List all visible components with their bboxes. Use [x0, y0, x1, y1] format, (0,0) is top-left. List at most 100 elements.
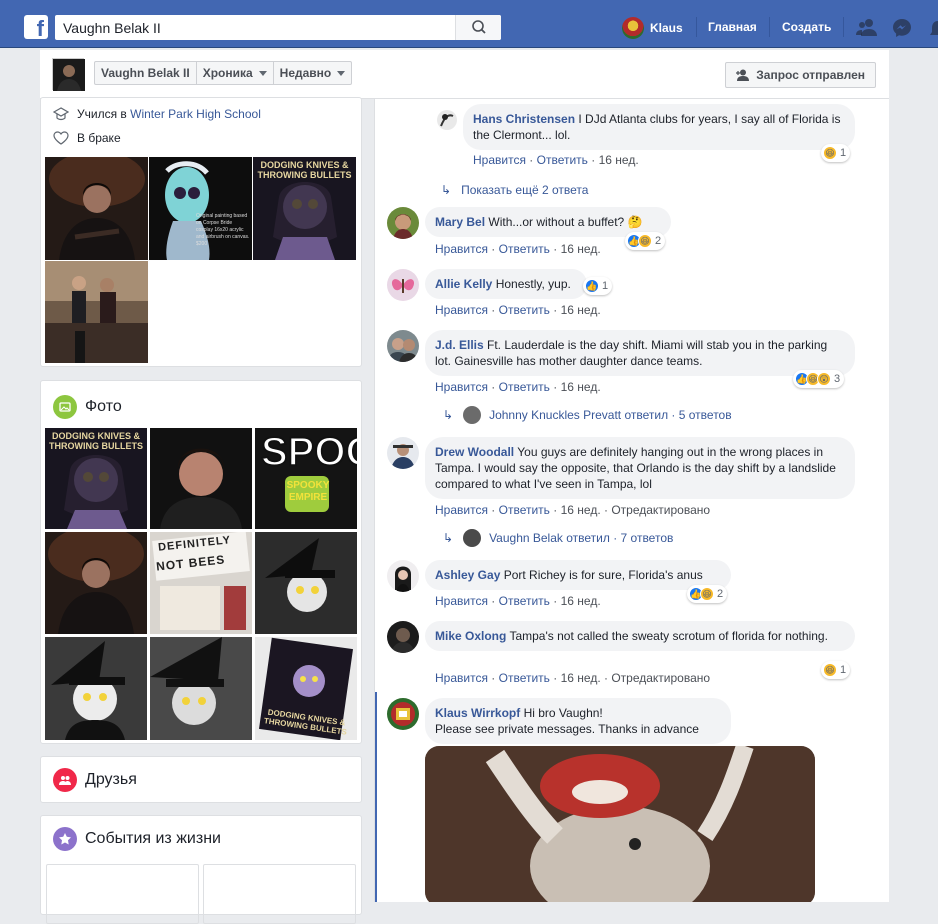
search-icon — [472, 20, 486, 34]
comment-time[interactable]: 16 нед. — [561, 380, 601, 394]
photo-thumbnail[interactable] — [150, 428, 252, 529]
reply-button[interactable]: Ответить — [499, 242, 550, 256]
friends-card: Друзья — [40, 756, 362, 803]
edited-label[interactable]: Отредактировано — [611, 503, 710, 517]
comment-time[interactable]: 16 нед. — [561, 671, 601, 685]
life-events-card: События из жизни — [40, 815, 362, 924]
photo-thumbnail[interactable] — [45, 637, 147, 740]
comment-author[interactable]: Klaus Wirrkopf — [435, 706, 520, 720]
comment-text: With...or without a buffet? 🤔 — [485, 215, 643, 229]
notifications-icon[interactable] — [928, 17, 938, 39]
avatar[interactable] — [387, 207, 419, 239]
reaction-summary[interactable]: 👍 😆 2 — [625, 232, 666, 250]
life-event-tile[interactable] — [203, 864, 356, 924]
nav-create-link[interactable]: Создать — [782, 20, 831, 34]
life-events-header[interactable]: События из жизни — [53, 827, 221, 851]
avatar[interactable] — [387, 330, 419, 362]
like-button[interactable]: Нравится — [435, 503, 488, 517]
photo-thumbnail[interactable]: DODGING KNIVES & THROWING BULLETS — [255, 637, 357, 740]
heart-icon — [53, 131, 69, 145]
gif-attachment[interactable] — [425, 746, 815, 902]
like-button[interactable]: Нравится — [435, 594, 488, 608]
reaction-summary[interactable]: 👍 😆 😲 3 — [793, 370, 845, 388]
photo-thumbnail[interactable] — [150, 637, 252, 740]
edited-label[interactable]: Отредактировано — [611, 671, 710, 685]
friend-requests-icon[interactable] — [856, 17, 878, 37]
photos-header[interactable]: Фото — [53, 395, 122, 419]
school-link[interactable]: Winter Park High School — [130, 107, 261, 121]
comment-actions: Нравится · Ответить · 16 нед. — [435, 380, 601, 394]
replies-link[interactable]: ↳ Johnny Knuckles Prevatt ответил · 5 от… — [443, 406, 732, 424]
comment-highlight-bar — [375, 692, 377, 902]
comment-author[interactable]: Mike Oxlong — [435, 629, 506, 643]
comment-author[interactable]: Mary Bel — [435, 215, 485, 229]
reply-button[interactable]: Ответить — [499, 671, 550, 685]
add-friend-icon — [736, 69, 750, 81]
messenger-icon[interactable] — [891, 17, 913, 39]
photos-card: Фото DODGING KNIVES & THROWING BULLETS S… — [40, 380, 362, 744]
reply-button[interactable]: Ответить — [499, 503, 550, 517]
photo-thumbnail[interactable] — [255, 532, 357, 634]
comment-time[interactable]: 16 нед. — [599, 153, 639, 167]
intro-photo[interactable]: DODGING KNIVES & THROWING BULLETS — [253, 157, 356, 260]
nav-user-name: Klaus — [650, 21, 683, 35]
search-button[interactable] — [455, 15, 501, 40]
intro-photo[interactable]: Original painting based on Corpse Bride … — [149, 157, 252, 260]
comment-time[interactable]: 16 нед. — [561, 594, 601, 608]
top-bar: f Klaus Главная Создать — [0, 0, 938, 48]
reply-button[interactable]: Ответить — [499, 303, 550, 317]
breadcrumb-profile-name[interactable]: Vaughn Belak II — [95, 62, 197, 84]
comment-bubble: Hans Christensen I DJd Atlanta clubs for… — [463, 104, 855, 150]
life-event-tile[interactable] — [46, 864, 199, 924]
friends-header[interactable]: Друзья — [53, 768, 137, 792]
comment-time[interactable]: 16 нед. — [561, 303, 601, 317]
avatar[interactable] — [437, 110, 457, 130]
comment-bubble: Allie Kelly Honestly, yup. — [425, 269, 587, 299]
comment-actions: Нравится · Ответить · 16 нед. — [473, 153, 639, 167]
reaction-summary[interactable]: 👍 1 — [583, 277, 613, 295]
avatar[interactable] — [387, 621, 419, 653]
like-button[interactable]: Нравится — [435, 671, 488, 685]
reaction-summary[interactable]: 😆 1 — [821, 144, 851, 162]
intro-photo[interactable] — [45, 261, 148, 363]
breadcrumb-timeline-dropdown[interactable]: Хроника — [197, 62, 274, 84]
profile-thumbnail[interactable] — [52, 58, 85, 91]
comment-author[interactable]: Ashley Gay — [435, 568, 500, 582]
like-button[interactable]: Нравится — [473, 153, 526, 167]
comment-text: Ft. Lauderdale is the day shift. Miami w… — [435, 338, 828, 368]
reply-button[interactable]: Ответить — [537, 153, 588, 167]
intro-photo[interactable] — [45, 157, 148, 260]
avatar[interactable] — [387, 698, 419, 730]
comment-author[interactable]: Allie Kelly — [435, 277, 492, 291]
photo-thumbnail[interactable]: DODGING KNIVES & THROWING BULLETS — [45, 428, 147, 529]
reply-button[interactable]: Ответить — [499, 594, 550, 608]
avatar[interactable] — [387, 560, 419, 592]
show-more-replies-link[interactable]: ↳ Показать ещё 2 ответа — [441, 183, 588, 197]
breadcrumb-recent-dropdown[interactable]: Недавно — [274, 62, 352, 84]
nav-home-link[interactable]: Главная — [708, 20, 757, 34]
painting-caption: Original painting based on Corpse Bride … — [196, 213, 250, 247]
replies-link[interactable]: ↳ Vaughn Belak ответил · 7 ответов — [443, 529, 673, 547]
comment-time[interactable]: 16 нед. — [561, 503, 601, 517]
comment-time[interactable]: 16 нед. — [561, 242, 601, 256]
avatar[interactable] — [387, 269, 419, 301]
wow-reaction-icon: 😲 — [817, 372, 831, 386]
like-button[interactable]: Нравится — [435, 380, 488, 394]
nav-user-profile[interactable]: Klaus — [622, 16, 683, 40]
photo-thumbnail[interactable]: DEFINITELY NOT BEES — [150, 532, 252, 634]
photo-thumbnail[interactable] — [45, 532, 147, 634]
chevron-down-icon — [337, 70, 346, 76]
photo-thumbnail[interactable]: SPOO SPOOKY EMPIRE — [255, 428, 357, 529]
avatar[interactable] — [387, 437, 419, 469]
like-button[interactable]: Нравится — [435, 242, 488, 256]
comment-author[interactable]: J.d. Ellis — [435, 338, 484, 352]
comment-author[interactable]: Hans Christensen — [473, 112, 575, 126]
reaction-summary[interactable]: 😆 1 — [821, 661, 851, 679]
facebook-logo[interactable]: f — [24, 15, 48, 39]
friend-request-sent-button[interactable]: Запрос отправлен — [725, 62, 876, 88]
comment-author[interactable]: Drew Woodall — [435, 445, 514, 459]
like-button[interactable]: Нравится — [435, 303, 488, 317]
reaction-summary[interactable]: 👍 😆 2 — [687, 585, 728, 603]
search-input[interactable] — [55, 15, 455, 40]
reply-button[interactable]: Ответить — [499, 380, 550, 394]
